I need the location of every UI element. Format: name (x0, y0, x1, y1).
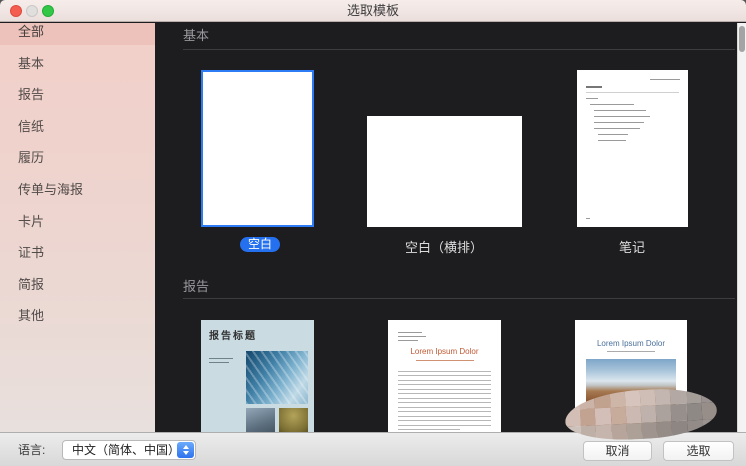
template-chooser-window: 选取模板 全部 基本 报告 信纸 履历 传单与海报 卡片 证书 简报 其他 基本… (0, 0, 746, 466)
text-line (594, 128, 640, 129)
text-line (209, 362, 229, 363)
text-line (586, 98, 598, 99)
template-essay[interactable]: Lorem Ipsum Dolor (388, 320, 501, 432)
window-title: 选取模板 (0, 0, 746, 22)
thumbnail-subtitle-line (607, 351, 655, 352)
text-line (594, 122, 644, 123)
sidebar-item-label: 简报 (18, 277, 44, 292)
template-blank-landscape[interactable] (367, 116, 522, 227)
sidebar-item-certificates[interactable]: 证书 (0, 240, 155, 266)
sidebar-item-misc[interactable]: 其他 (0, 303, 155, 329)
text-line (586, 86, 602, 88)
template-notes-label: 笔记 (602, 237, 662, 256)
scrollbar-thumb[interactable] (739, 26, 745, 52)
page-number (586, 218, 590, 219)
text-line (398, 332, 422, 333)
thumbnail-title: Lorem Ipsum Dolor (388, 347, 501, 356)
sidebar-item-label: 报告 (18, 87, 44, 102)
sidebar-item-label: 证书 (18, 245, 44, 260)
text-line (209, 358, 233, 359)
template-gallery: 基本 空白 空白（横排） 笔记 报告 报告标题 (155, 23, 737, 432)
thumbnail-subtitle-line (416, 360, 474, 361)
sidebar-item-flyers-posters[interactable]: 传单与海报 (0, 177, 155, 203)
text-line (594, 110, 646, 111)
sidebar-item-label: 基本 (18, 56, 44, 71)
language-label: 语言: (18, 433, 45, 466)
category-sidebar: 全部 基本 报告 信纸 履历 传单与海报 卡片 证书 简报 其他 (0, 23, 155, 432)
template-notes[interactable] (577, 70, 688, 227)
scrollbar-track[interactable] (737, 23, 746, 432)
sidebar-item-basic[interactable]: 基本 (0, 51, 155, 77)
body-text-lines (388, 367, 501, 430)
template-blank-landscape-label: 空白（横排） (384, 237, 504, 256)
section-title-basic: 基本 (183, 25, 209, 44)
sidebar-item-label: 其他 (18, 308, 44, 323)
section-title-reports: 报告 (183, 276, 209, 295)
sidebar-item-resumes[interactable]: 履历 (0, 145, 155, 171)
sidebar-item-label: 卡片 (18, 214, 44, 229)
architecture-photo (246, 351, 308, 404)
sidebar-item-reports[interactable]: 报告 (0, 82, 155, 108)
sidebar-item-all[interactable]: 全部 (0, 23, 155, 45)
text-line (598, 134, 628, 135)
chevron-up-down-icon (177, 442, 194, 458)
sidebar-item-label: 信纸 (18, 119, 44, 134)
text-line (398, 340, 418, 341)
text-line (590, 104, 634, 105)
sidebar-item-label: 全部 (18, 24, 44, 39)
section-divider (183, 49, 735, 50)
template-blank-label: 空白 (240, 237, 280, 252)
template-blank[interactable] (201, 70, 314, 227)
text-line (650, 79, 680, 80)
sidebar-item-label: 履历 (18, 150, 44, 165)
sidebar-item-label: 传单与海报 (18, 182, 83, 197)
template-report-cover[interactable]: 报告标题 (201, 320, 314, 432)
cancel-button[interactable]: 取消 (583, 441, 652, 461)
text-line (398, 336, 426, 337)
thumbnail-title: 报告标题 (209, 327, 257, 342)
title-bar: 选取模板 (0, 0, 746, 22)
small-photo (246, 408, 275, 432)
text-line (594, 116, 650, 117)
choose-button[interactable]: 选取 (663, 441, 734, 461)
small-photo (279, 408, 308, 432)
language-dropdown[interactable]: 中文（简体、中国） (62, 440, 196, 460)
rule-line (586, 92, 679, 93)
text-line (598, 140, 626, 141)
thumbnail-title: Lorem Ipsum Dolor (575, 339, 687, 348)
sidebar-item-newsletters[interactable]: 简报 (0, 272, 155, 298)
section-divider (183, 298, 735, 299)
sidebar-item-cards[interactable]: 卡片 (0, 209, 155, 235)
sidebar-item-stationery[interactable]: 信纸 (0, 114, 155, 140)
language-dropdown-value: 中文（简体、中国） (72, 443, 180, 457)
